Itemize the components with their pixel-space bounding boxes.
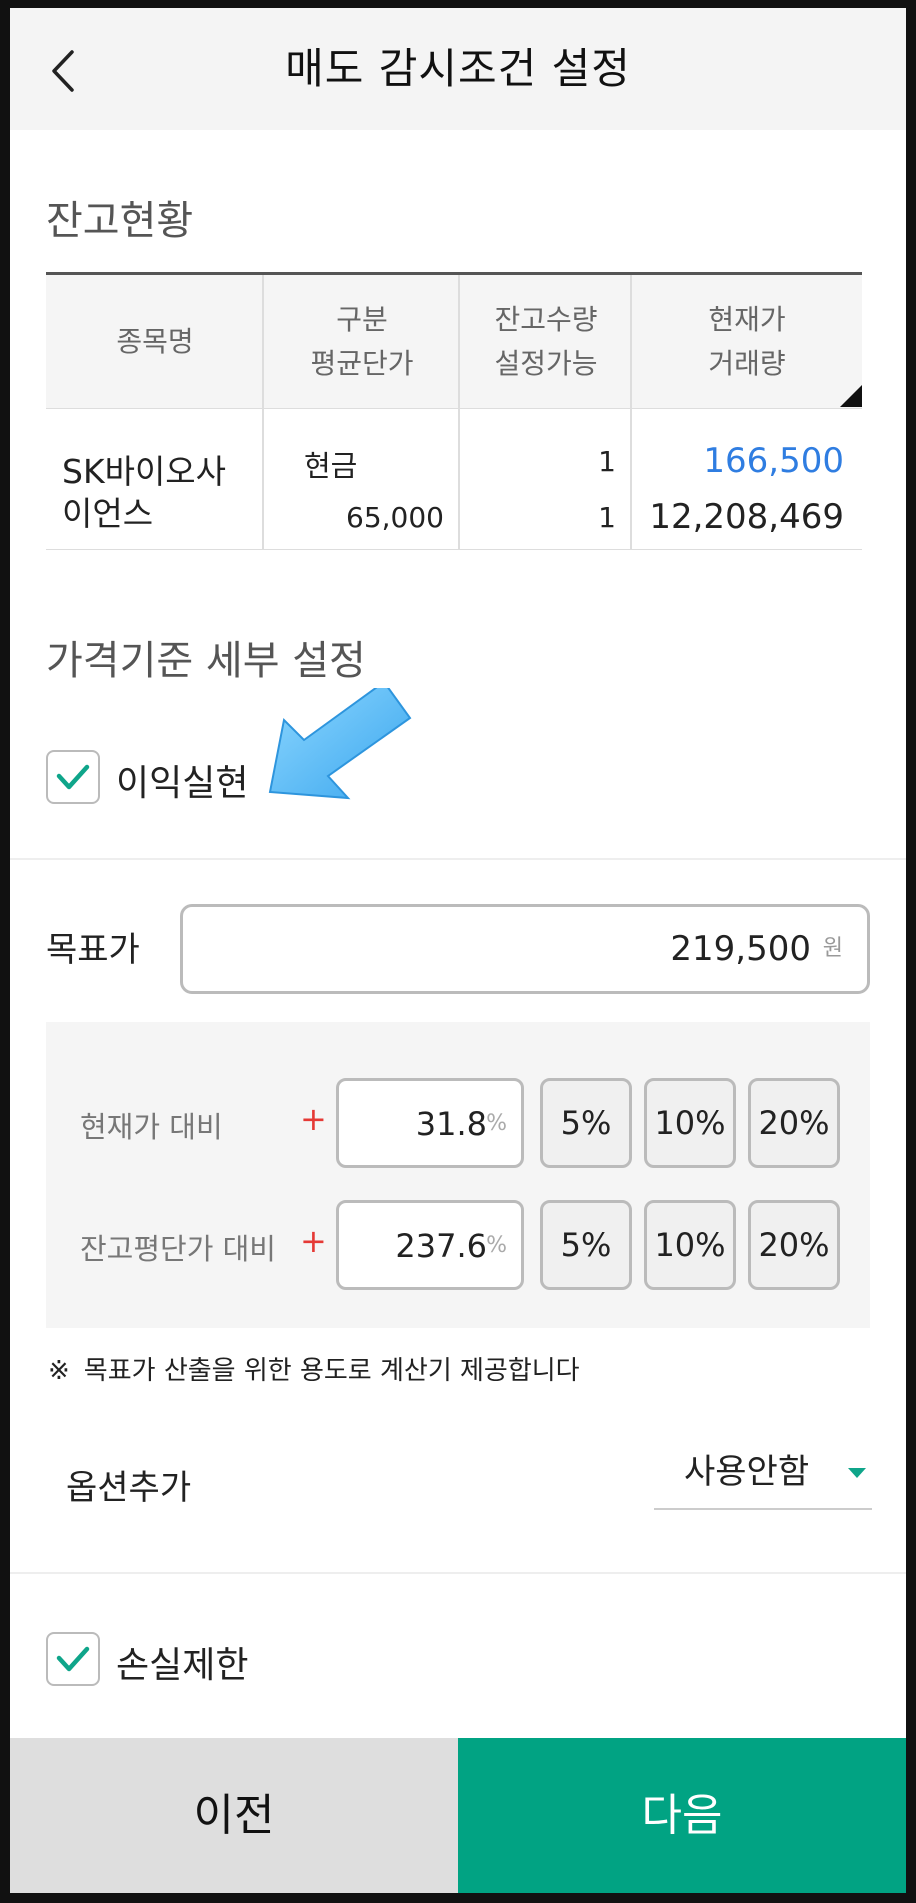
vs-current-20pct-button[interactable]: 20% bbox=[748, 1078, 840, 1168]
header-bar: 매도 감시조건 설정 bbox=[10, 8, 906, 130]
vs-avg-pct-input[interactable]: 237.6 % bbox=[336, 1200, 524, 1290]
holding-qty: 1 bbox=[598, 445, 616, 478]
vs-current-5pct-button[interactable]: 5% bbox=[540, 1078, 632, 1168]
back-button[interactable] bbox=[40, 46, 90, 96]
avg-price: 65,000 bbox=[346, 501, 444, 534]
calculator-note: ※ 목표가 산출을 위한 용도로 계산기 제공합니다 bbox=[48, 1350, 580, 1387]
vs-current-10pct-button[interactable]: 10% bbox=[644, 1078, 736, 1168]
loss-limit-label: 손실제한 bbox=[116, 1645, 249, 1686]
check-icon bbox=[56, 1646, 90, 1672]
th-name: 종목명 bbox=[116, 325, 194, 358]
trade-volume: 12,208,469 bbox=[649, 497, 844, 537]
plus-sign: + bbox=[300, 1100, 327, 1138]
chevron-left-icon bbox=[52, 50, 74, 92]
available-qty: 1 bbox=[598, 501, 616, 534]
calculator-panel: 현재가 대비 + 31.8 % 5% 10% 20% 잔고평단가 대비 + 23… bbox=[46, 1022, 870, 1328]
check-icon bbox=[56, 764, 90, 790]
current-price: 166,500 bbox=[703, 441, 844, 481]
prev-button[interactable]: 이전 bbox=[10, 1738, 458, 1893]
option-add-label: 옵션추가 bbox=[66, 1468, 192, 1508]
screen: 매도 감시조건 설정 잔고현황 종목명 구분 평균단가 잔고수량 설정가능 현재… bbox=[10, 8, 906, 1893]
pct-unit: % bbox=[486, 1111, 507, 1136]
holdings-section-title: 잔고현황 bbox=[46, 198, 194, 244]
th-type-avgprice: 구분 평균단가 bbox=[310, 303, 414, 380]
vs-current-pct-value: 31.8 bbox=[415, 1105, 487, 1143]
vs-avg-20pct-button[interactable]: 20% bbox=[748, 1200, 840, 1290]
th-qty-available: 잔고수량 설정가능 bbox=[494, 303, 598, 380]
vs-avg-label: 잔고평단가 대비 bbox=[80, 1232, 276, 1266]
plus-sign: + bbox=[300, 1222, 327, 1260]
target-price-value: 219,500 bbox=[670, 929, 811, 969]
sort-corner-icon[interactable] bbox=[840, 385, 862, 407]
option-add-value: 사용안함 bbox=[684, 1452, 810, 1492]
stock-name-line2: 이언스 bbox=[62, 494, 154, 533]
stock-name-line1: SK바이오사 bbox=[62, 452, 227, 491]
loss-limit-checkbox[interactable] bbox=[46, 1632, 100, 1686]
holding-type: 현금 bbox=[304, 449, 358, 483]
profit-label: 이익실현 bbox=[116, 763, 249, 804]
caret-down-icon bbox=[848, 1468, 866, 1478]
vs-current-pct-input[interactable]: 31.8 % bbox=[336, 1078, 524, 1168]
target-price-input[interactable]: 219,500 원 bbox=[180, 904, 870, 994]
footer-bar: 이전 다음 bbox=[10, 1738, 906, 1893]
arrow-pointer-icon bbox=[268, 688, 412, 800]
th-price-volume[interactable]: 현재가 거래량 bbox=[632, 275, 862, 409]
profit-checkbox[interactable] bbox=[46, 750, 100, 804]
won-unit: 원 bbox=[822, 936, 843, 961]
page-title: 매도 감시조건 설정 bbox=[285, 44, 631, 93]
divider bbox=[10, 858, 906, 860]
note-text: 목표가 산출을 위한 용도로 계산기 제공합니다 bbox=[83, 1356, 580, 1386]
price-settings-section-title: 가격기준 세부 설정 bbox=[46, 638, 366, 684]
holdings-table: 종목명 구분 평균단가 잔고수량 설정가능 현재가 거래량 SK바이오사 이언스… bbox=[46, 272, 862, 550]
vs-avg-10pct-button[interactable]: 10% bbox=[644, 1200, 736, 1290]
option-add-select[interactable]: 사용안함 bbox=[654, 1436, 872, 1510]
vs-current-label: 현재가 대비 bbox=[80, 1110, 223, 1144]
target-price-label: 목표가 bbox=[46, 930, 140, 970]
pct-unit: % bbox=[486, 1233, 507, 1258]
vs-avg-pct-value: 237.6 bbox=[395, 1227, 487, 1265]
table-header: 종목명 구분 평균단가 잔고수량 설정가능 현재가 거래량 bbox=[46, 275, 862, 409]
next-button[interactable]: 다음 bbox=[458, 1738, 906, 1893]
divider bbox=[10, 1572, 906, 1574]
vs-avg-5pct-button[interactable]: 5% bbox=[540, 1200, 632, 1290]
reference-mark: ※ bbox=[48, 1356, 70, 1386]
